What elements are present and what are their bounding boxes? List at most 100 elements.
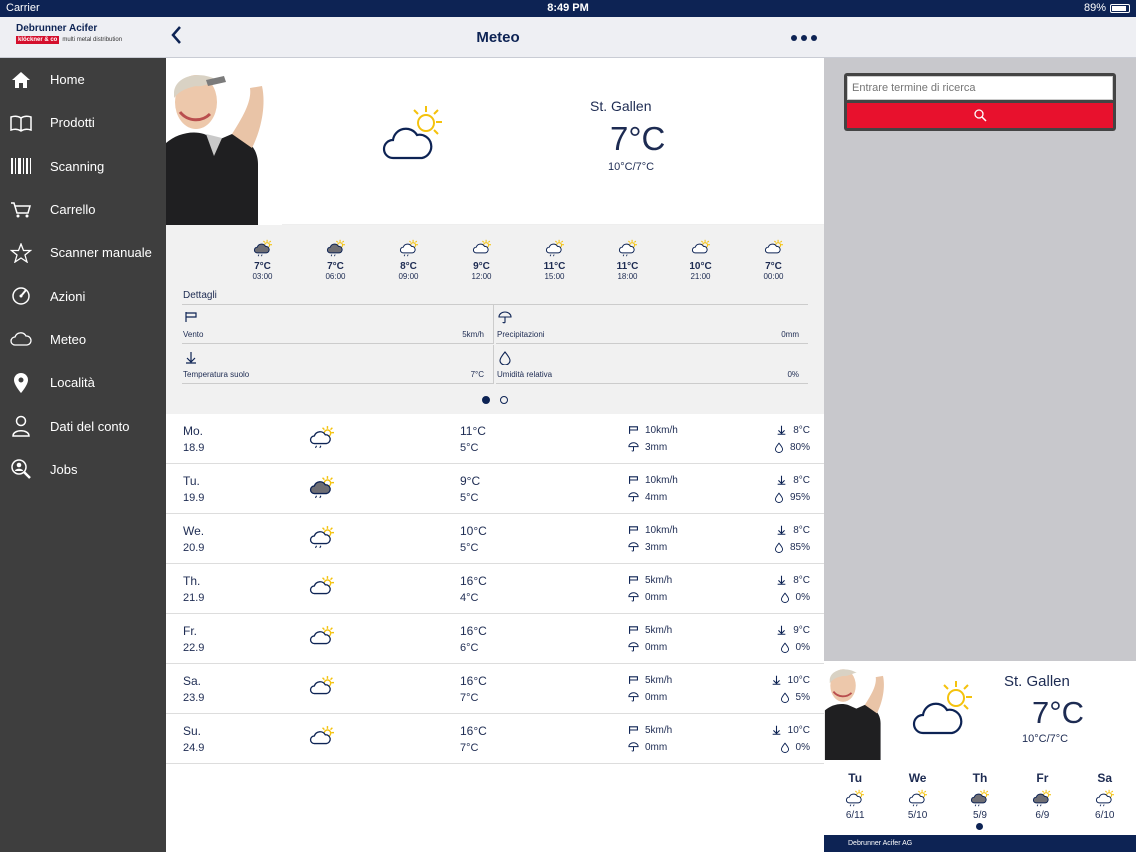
details-grid: Vento 5km/h Precipitazioni 0mm Temperatu… <box>182 304 808 384</box>
sidebar-item-label: Meteo <box>50 331 87 347</box>
current-temperature: 7°C <box>610 120 666 157</box>
partly-sunny-icon <box>912 681 972 735</box>
home-icon <box>10 69 32 91</box>
drop-icon <box>774 442 784 453</box>
sidebar: Home Prodotti Scanning Carrello Scanner … <box>0 58 166 852</box>
page-indicator[interactable] <box>166 391 824 409</box>
sun-rain-icon <box>545 239 564 257</box>
day-humidity: 85% <box>789 542 810 554</box>
widget-day[interactable]: Tu 6/11 <box>824 771 886 830</box>
widget-day-range: 6/11 <box>845 810 865 821</box>
rain-cloud-icon <box>309 476 334 499</box>
day-rain: 3mm <box>645 542 668 553</box>
umbrella-icon <box>628 492 639 502</box>
wind-value: 5km/h <box>462 330 484 339</box>
hour-item: 11°C 18:00 <box>591 239 664 281</box>
day-date: 24.9 <box>183 742 205 754</box>
sidebar-item-meteo[interactable]: Meteo <box>0 318 166 361</box>
daily-row[interactable]: Tu. 19.9 9°C 5°C 10km/h 4mm 8°C 95% <box>166 464 824 514</box>
down-arrow-icon <box>777 576 786 586</box>
search-button[interactable] <box>847 103 1113 128</box>
daily-row[interactable]: Fr. 22.9 16°C 6°C 5km/h 0mm 9°C 0% <box>166 614 824 664</box>
sidebar-item-jobs[interactable]: Jobs <box>0 448 166 491</box>
sun-rain-icon <box>309 526 334 549</box>
sidebar-item-localita[interactable]: Località <box>0 361 166 404</box>
down-arrow-icon <box>777 526 786 536</box>
day-rain: 0mm <box>645 692 668 703</box>
sidebar-item-label: Dati del conto <box>50 418 130 434</box>
sun-rain-icon <box>908 789 927 807</box>
hour-temp: 7°C <box>254 261 271 272</box>
umbrella-icon <box>628 542 639 552</box>
day-soil-temp: 8°C <box>793 475 810 486</box>
down-arrow-icon <box>777 426 786 436</box>
widget-range: 10°C/7°C <box>1022 733 1069 745</box>
soil-temp-cell: Temperatura suolo 7°C <box>182 345 494 384</box>
partly-sunny-icon <box>472 239 491 254</box>
sidebar-item-dati-del-conto[interactable]: Dati del conto <box>0 404 166 447</box>
widget-day[interactable]: Th 5/9 <box>949 771 1011 830</box>
more-button[interactable] <box>790 26 818 47</box>
daily-row[interactable]: We. 20.9 10°C 5°C 10km/h 3mm 8°C 85% <box>166 514 824 564</box>
sidebar-item-scanner-manuale[interactable]: Scanner manuale <box>0 231 166 274</box>
widget-temperature: 7°C <box>1032 695 1085 730</box>
book-icon <box>10 112 32 134</box>
day-humidity: 0% <box>795 642 810 654</box>
widget-day-range: 5/9 <box>973 810 987 821</box>
brand-subtitle: multi metal distribution <box>62 37 123 43</box>
day-name: Tu. <box>183 474 200 488</box>
day-min-temp: 5°C <box>460 492 479 504</box>
user-icon <box>10 415 32 437</box>
daily-row[interactable]: Th. 21.9 16°C 4°C 5km/h 0mm 8°C 0% <box>166 564 824 614</box>
daily-row[interactable]: Sa. 23.9 16°C 7°C 5km/h 0mm 10°C 5% <box>166 664 824 714</box>
down-arrow-icon <box>772 676 781 686</box>
widget-day-name: Tu <box>848 771 863 785</box>
page-dot-active[interactable] <box>482 396 490 404</box>
wind-flag-icon <box>629 426 638 435</box>
daily-row[interactable]: Su. 24.9 16°C 7°C 5km/h 0mm 10°C 0% <box>166 714 824 764</box>
day-min-temp: 5°C <box>460 542 479 554</box>
partly-sunny-icon <box>309 726 334 745</box>
umbrella-icon <box>628 592 639 602</box>
page-dot[interactable] <box>500 396 508 404</box>
hourly-forecast[interactable]: 7°C 03:00 7°C 06:00 8°C 09:00 9°C 12:00 11°C 15:0… <box>166 225 824 414</box>
hour-temp: 10°C <box>689 261 712 272</box>
day-date: 22.9 <box>183 642 205 654</box>
wind-flag-icon <box>629 526 638 535</box>
wind-flag-icon <box>185 312 197 322</box>
widget-day[interactable]: Fr 6/9 <box>1011 771 1073 830</box>
widget-day[interactable]: We 5/10 <box>886 771 948 830</box>
search-input[interactable] <box>847 76 1113 100</box>
umbrella-icon <box>628 692 639 702</box>
battery-percent: 89% <box>1083 2 1106 14</box>
hour-temp: 11°C <box>616 261 639 272</box>
wind-flag-icon <box>629 626 638 635</box>
hour-item: 9°C 12:00 <box>445 239 518 281</box>
humidity-label: Umidità relativa <box>497 370 553 379</box>
sidebar-item-home[interactable]: Home <box>0 58 166 101</box>
sun-rain-icon <box>618 239 637 257</box>
weather-widget[interactable]: St. Gallen 7°C 10°C/7°C Tu 6/11 We 5/10 Th 5/… <box>824 661 1136 852</box>
sun-rain-icon <box>309 426 334 449</box>
sidebar-item-carrello[interactable]: Carrello <box>0 188 166 231</box>
wind-label: Vento <box>183 330 204 339</box>
day-max-temp: 9°C <box>460 474 481 488</box>
widget-day[interactable]: Sa 6/10 <box>1074 771 1136 830</box>
day-max-temp: 16°C <box>460 724 487 738</box>
rain-cloud-icon <box>253 239 272 257</box>
sidebar-item-prodotti[interactable]: Prodotti <box>0 101 166 144</box>
down-arrow-icon <box>777 476 786 486</box>
drop-icon <box>780 692 789 703</box>
daily-row[interactable]: Mo. 18.9 11°C 5°C 10km/h 3mm 8°C 80% <box>166 414 824 464</box>
partly-sunny-icon <box>691 239 710 254</box>
day-soil-temp: 10°C <box>787 725 810 736</box>
sidebar-item-scanning[interactable]: Scanning <box>0 145 166 188</box>
barcode-icon <box>10 155 32 177</box>
humidity-value: 0% <box>787 370 799 379</box>
day-name: Th. <box>183 574 201 588</box>
precipitation-cell: Precipitazioni 0mm <box>496 305 808 344</box>
sidebar-item-azioni[interactable]: Azioni <box>0 274 166 317</box>
day-min-temp: 4°C <box>460 592 479 604</box>
day-wind: 10km/h <box>645 475 678 486</box>
hour-time: 06:00 <box>325 272 346 281</box>
